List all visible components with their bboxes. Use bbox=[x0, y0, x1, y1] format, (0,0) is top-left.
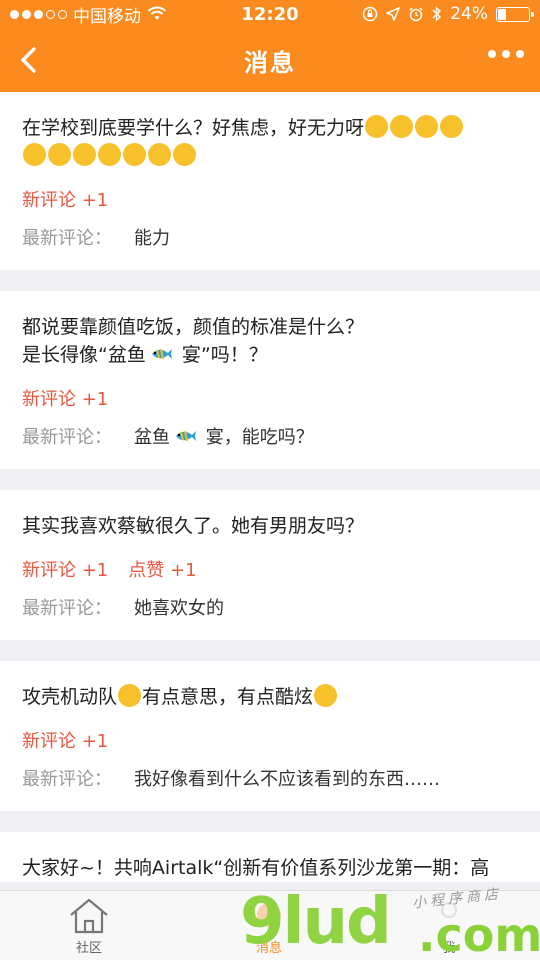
new-comment-count: 新评论 +1 bbox=[22, 190, 109, 211]
home-icon bbox=[70, 898, 108, 934]
signal-strength-icon bbox=[10, 9, 67, 19]
message-title: 其实我喜欢蔡敏很久了。她有男朋友吗？ bbox=[22, 515, 365, 537]
persevering-face-emoji-icon bbox=[440, 115, 464, 138]
back-arrow-icon[interactable] bbox=[12, 42, 48, 78]
user-icon bbox=[441, 902, 457, 918]
wifi-icon bbox=[147, 6, 167, 20]
tropical-fish-emoji-icon bbox=[151, 348, 172, 360]
message-title: 攻壳机动队 有点意思，有点酷炫 bbox=[22, 683, 518, 711]
persevering-face-emoji-icon bbox=[98, 143, 121, 166]
tab-messages-label: 消息 bbox=[255, 941, 282, 956]
status-bar: 中国移动 12:20 24% bbox=[0, 0, 540, 28]
new-comment-count: 新评论 +1 bbox=[22, 560, 109, 581]
alarm-icon bbox=[409, 7, 423, 22]
message-list: 在学校到底要学什么？好焦虑，好无力呀 新评论 +1 最新评论： 能力 都说要靠颜… bbox=[0, 92, 540, 903]
message-card[interactable]: 其实我喜欢蔡敏很久了。她有男朋友吗？ 新评论 +1 点赞 +1 最新评论： 她喜… bbox=[0, 490, 540, 640]
message-card[interactable]: 都说要靠颜值吃饭，颜值的标准是什么？ 是长得像“盆鱼 宴”吗！？ 新评论 +1 … bbox=[0, 291, 540, 469]
persevering-face-emoji-icon bbox=[73, 143, 96, 166]
notification-counts: 新评论 +1 bbox=[22, 184, 518, 214]
persevering-face-emoji-icon bbox=[48, 143, 71, 166]
smiling-face-emoji-icon bbox=[314, 684, 338, 707]
bluetooth-icon bbox=[432, 6, 442, 22]
tab-community[interactable]: 社区 bbox=[39, 897, 139, 956]
page-title: 消息 bbox=[244, 48, 296, 77]
latest-comment-text: 盆鱼 宴，能吃吗？ bbox=[134, 427, 314, 448]
new-comment-count: 新评论 +1 bbox=[22, 731, 109, 752]
notification-counts: 新评论 +1 点赞 +1 bbox=[22, 554, 518, 584]
latest-comment-text: 她喜欢女的 bbox=[134, 598, 224, 619]
latest-comment: 最新评论： 我好像看到什么不应该看到的东西…… bbox=[22, 765, 518, 811]
message-card[interactable]: 攻壳机动队 有点意思，有点酷炫 新评论 +1 最新评论： 我好像看到什么不应该看到… bbox=[0, 661, 540, 811]
clock: 12:20 bbox=[241, 3, 299, 25]
latest-comment-text: 能力 bbox=[134, 228, 170, 249]
more-options-icon[interactable] bbox=[488, 50, 524, 58]
tab-messages[interactable]: 消息 bbox=[219, 897, 319, 956]
like-count: 点赞 +1 bbox=[128, 560, 197, 581]
battery-icon bbox=[496, 6, 534, 22]
grinning-face-emoji-icon bbox=[118, 684, 142, 707]
battery-percent: 24% bbox=[450, 4, 488, 24]
notification-counts: 新评论 +1 bbox=[22, 725, 518, 755]
notification-counts: 新评论 +1 bbox=[22, 383, 518, 413]
latest-comment: 最新评论： 她喜欢女的 bbox=[22, 594, 518, 640]
persevering-face-emoji-icon bbox=[123, 143, 146, 166]
latest-comment-label: 最新评论： bbox=[22, 598, 112, 619]
carrier-label: 中国移动 bbox=[73, 6, 141, 27]
tab-me[interactable]: 我 bbox=[399, 897, 499, 956]
message-title: 都说要靠颜值吃饭，颜值的标准是什么？ 是长得像“盆鱼 宴”吗！？ bbox=[22, 316, 365, 366]
latest-comment-label: 最新评论： bbox=[22, 769, 112, 790]
persevering-face-emoji-icon bbox=[365, 115, 389, 138]
latest-comment: 最新评论： 盆鱼 宴，能吃吗？ bbox=[22, 423, 518, 469]
latest-comment-label: 最新评论： bbox=[22, 427, 112, 448]
message-title: 大家好~！共响Airtalk“创新有价值系列沙龙第一期：高 bbox=[22, 857, 490, 879]
message-card[interactable]: 在学校到底要学什么？好焦虑，好无力呀 新评论 +1 最新评论： 能力 bbox=[0, 92, 540, 270]
persevering-face-emoji-icon bbox=[23, 143, 46, 166]
latest-comment-label: 最新评论： bbox=[22, 228, 112, 249]
new-comment-count: 新评论 +1 bbox=[22, 389, 109, 410]
latest-comment-text: 我好像看到什么不应该看到的东西…… bbox=[134, 769, 440, 790]
message-card[interactable]: 大家好~！共响Airtalk“创新有价值系列沙龙第一期：高 bbox=[0, 832, 540, 882]
tab-me-label: 我 bbox=[442, 941, 456, 956]
message-bubble-icon bbox=[257, 903, 281, 927]
message-title: 在学校到底要学什么？好焦虑，好无力呀 bbox=[22, 114, 518, 170]
persevering-face-emoji-icon bbox=[173, 143, 196, 166]
tab-community-label: 社区 bbox=[75, 941, 102, 956]
persevering-face-emoji-icon bbox=[415, 115, 439, 138]
navigation-bar: 消息 bbox=[0, 28, 540, 92]
rotation-lock-icon bbox=[362, 6, 378, 22]
location-icon bbox=[386, 7, 401, 21]
persevering-face-emoji-icon bbox=[148, 143, 171, 166]
latest-comment: 最新评论： 能力 bbox=[22, 224, 518, 270]
tab-bar: 社区 消息 我 bbox=[0, 890, 540, 960]
tropical-fish-emoji-icon bbox=[176, 430, 196, 442]
persevering-face-emoji-icon bbox=[390, 115, 414, 138]
